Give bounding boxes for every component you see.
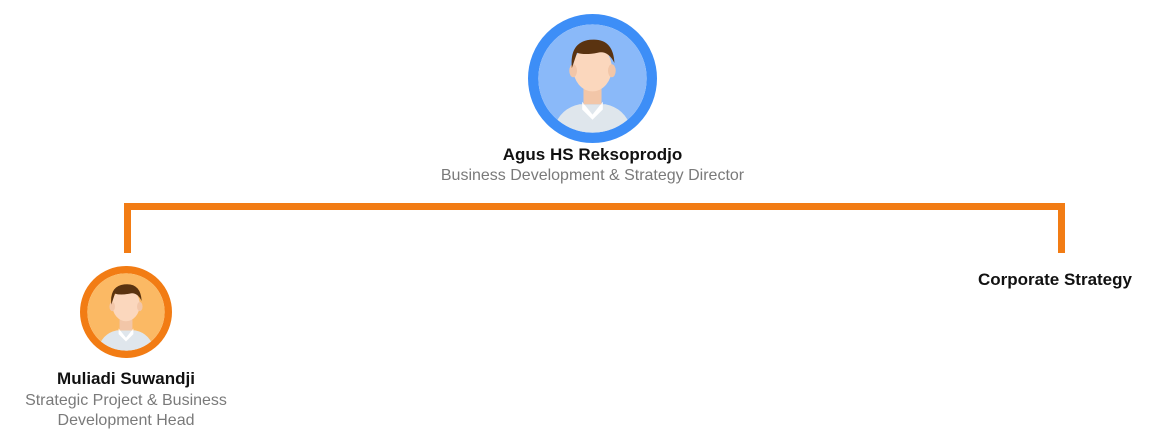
director-role: Business Development & Strategy Director bbox=[440, 167, 745, 184]
head-role: Strategic Project & Business Development… bbox=[25, 392, 227, 429]
director-avatar-icon bbox=[528, 14, 657, 143]
corporate-strategy-label: Corporate Strategy bbox=[978, 270, 1132, 289]
head-name: Muliadi Suwandji bbox=[57, 369, 195, 388]
connector-horizontal bbox=[124, 203, 1065, 210]
director-name: Agus HS Reksoprodjo bbox=[502, 145, 683, 164]
connector-left-drop bbox=[124, 203, 131, 253]
head-avatar-icon bbox=[80, 266, 172, 358]
connector-right-drop bbox=[1058, 203, 1065, 253]
